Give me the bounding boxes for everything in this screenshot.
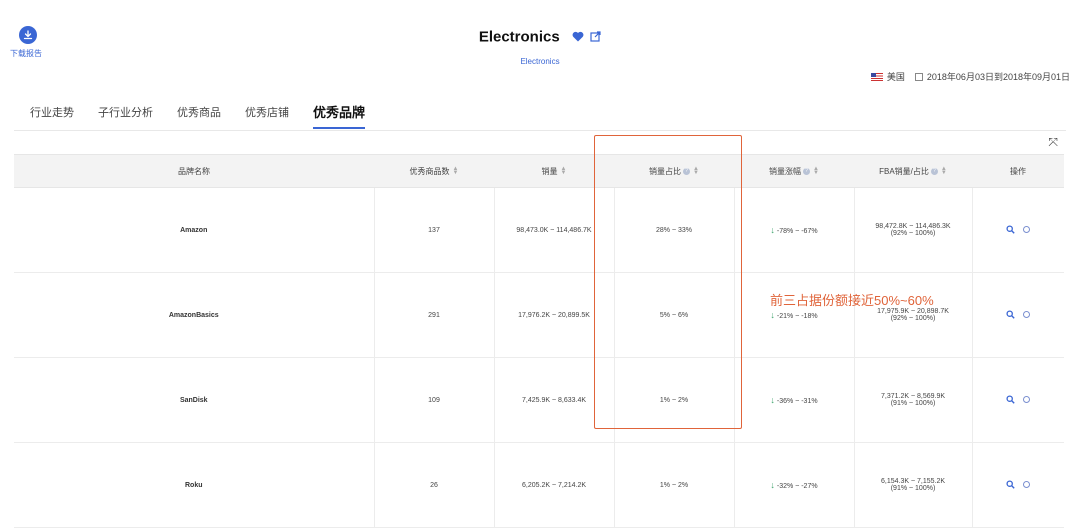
tab-top-stores[interactable]: 优秀店铺	[245, 104, 289, 129]
product-count: 109	[374, 357, 495, 443]
col-brand-name: 品牌名称	[14, 154, 374, 188]
page-header: Electronics	[0, 28, 1080, 46]
fba-share: (91% ~ 100%)	[890, 400, 936, 407]
detail-icon[interactable]	[1023, 480, 1031, 488]
sales-growth: -36% ~ -31%	[776, 398, 818, 405]
col-actions: 操作	[972, 154, 1064, 188]
fba-sales: 6,154.3K ~ 7,155.2K	[880, 478, 946, 485]
col-sales-growth[interactable]: 销量涨幅? ▲ ▼	[734, 154, 854, 188]
fba-cell: 6,154.3K ~ 7,155.2K (91% ~ 100%)	[854, 442, 973, 528]
tab-industry-trend[interactable]: 行业走势	[30, 104, 74, 129]
actions-cell	[972, 272, 1064, 358]
search-icon[interactable]	[1006, 479, 1015, 489]
product-count: 137	[374, 187, 495, 273]
table-row: SanDisk 109 7,425.9K ~ 8,633.4K 1% ~ 2% …	[14, 357, 1064, 443]
heart-icon[interactable]	[572, 31, 584, 42]
brand-name[interactable]: AmazonBasics	[14, 272, 375, 358]
sort-icon[interactable]: ▲ ▼	[561, 166, 567, 176]
sales-growth-cell: ↓ -36% ~ -31%	[734, 357, 855, 443]
fba-sales: 17,975.9K ~ 20,898.7K	[877, 308, 949, 315]
tab-divider	[14, 130, 1066, 131]
tab-top-products[interactable]: 优秀商品	[177, 104, 221, 129]
us-flag-icon	[870, 72, 883, 81]
down-arrow-icon: ↓	[770, 480, 775, 490]
fba-sales: 98,472.8K ~ 114,486.3K	[875, 223, 951, 230]
fba-cell: 7,371.2K ~ 8,569.9K (91% ~ 100%)	[854, 357, 973, 443]
brand-name[interactable]: Amazon	[14, 187, 375, 273]
product-count: 291	[374, 272, 495, 358]
down-arrow-icon: ↓	[770, 395, 775, 405]
table-row: AmazonBasics 291 17,976.2K ~ 20,899.5K 5…	[14, 272, 1064, 358]
col-fba-sales[interactable]: FBA销量/占比? ▲ ▼	[854, 154, 972, 188]
col-product-count[interactable]: 优秀商品数 ▲ ▼	[374, 154, 494, 188]
fba-cell: 98,472.8K ~ 114,486.3K (92% ~ 100%)	[854, 187, 973, 273]
fba-share: (91% ~ 100%)	[890, 485, 936, 492]
sales-growth: -21% ~ -18%	[776, 313, 818, 320]
sort-icon[interactable]: ▲ ▼	[941, 166, 947, 176]
table-row: Roku 26 6,205.2K ~ 7,214.2K 1% ~ 2% ↓ -32…	[14, 442, 1064, 528]
fba-share: (92% ~ 100%)	[890, 230, 936, 237]
search-icon[interactable]	[1006, 224, 1015, 234]
report-meta: 美国 2018年06月03日到2018年09月01日	[870, 70, 1070, 83]
sales-growth-cell: ↓ -78% ~ -67%	[734, 187, 855, 273]
sales-growth-cell: ↓ -32% ~ -27%	[734, 442, 855, 528]
help-icon[interactable]: ?	[803, 167, 811, 175]
detail-icon[interactable]	[1023, 395, 1031, 403]
brand-name[interactable]: Roku	[14, 442, 375, 528]
sort-icon[interactable]: ▲ ▼	[813, 166, 819, 176]
sales-growth: -78% ~ -67%	[776, 228, 818, 235]
product-count: 26	[374, 442, 495, 528]
detail-icon[interactable]	[1023, 225, 1031, 233]
category-breadcrumb[interactable]: Electronics	[0, 57, 1080, 66]
sales-share: 1% ~ 2%	[614, 442, 735, 528]
sales-range: 6,205.2K ~ 7,214.2K	[494, 442, 615, 528]
sales-growth-cell: ↓ -21% ~ -18%	[734, 272, 855, 358]
sales-growth: -32% ~ -27%	[776, 483, 818, 490]
country-label: 美国	[886, 72, 905, 82]
annotation-text: 前三占据份额接近50%~60%	[770, 293, 934, 308]
help-icon[interactable]: ?	[930, 167, 938, 175]
brand-table: 品牌名称 优秀商品数 ▲ ▼ 销量 ▲ ▼ 销量占比? ▲ ▼ 销量涨幅? ▲ ▼ FBA销量/…	[14, 154, 1064, 528]
sort-icon[interactable]: ▲ ▼	[453, 166, 459, 176]
down-arrow-icon: ↓	[770, 310, 775, 320]
page-title: Electronics	[478, 28, 560, 46]
actions-cell	[972, 187, 1064, 273]
sales-share-highlight-box	[594, 135, 742, 429]
search-icon[interactable]	[1006, 394, 1015, 404]
external-link-icon[interactable]	[590, 31, 601, 42]
date-range: 2018年06月03日到2018年09月01日	[926, 72, 1070, 82]
tab-sub-industry[interactable]: 子行业分析	[98, 104, 153, 129]
fba-cell: 17,975.9K ~ 20,898.7K (92% ~ 100%)	[854, 272, 973, 358]
actions-cell	[972, 442, 1064, 528]
expand-icon[interactable]: ⤧	[1048, 135, 1058, 150]
calendar-icon	[914, 72, 923, 81]
tab-top-brands[interactable]: 优秀品牌	[313, 102, 366, 129]
table-row: Amazon 137 98,473.0K ~ 114,486.7K 28% ~ …	[14, 187, 1064, 273]
down-arrow-icon: ↓	[770, 225, 775, 235]
fba-sales: 7,371.2K ~ 8,569.9K	[880, 393, 946, 400]
actions-cell	[972, 357, 1064, 443]
detail-icon[interactable]	[1023, 310, 1031, 318]
tab-bar: 行业走势 子行业分析 优秀商品 优秀店铺 优秀品牌	[30, 102, 366, 129]
table-header-row: 品牌名称 优秀商品数 ▲ ▼ 销量 ▲ ▼ 销量占比? ▲ ▼ 销量涨幅? ▲ ▼ FBA销量/…	[14, 154, 1064, 188]
fba-share: (92% ~ 100%)	[890, 315, 936, 322]
brand-name[interactable]: SanDisk	[14, 357, 375, 443]
search-icon[interactable]	[1006, 309, 1015, 319]
